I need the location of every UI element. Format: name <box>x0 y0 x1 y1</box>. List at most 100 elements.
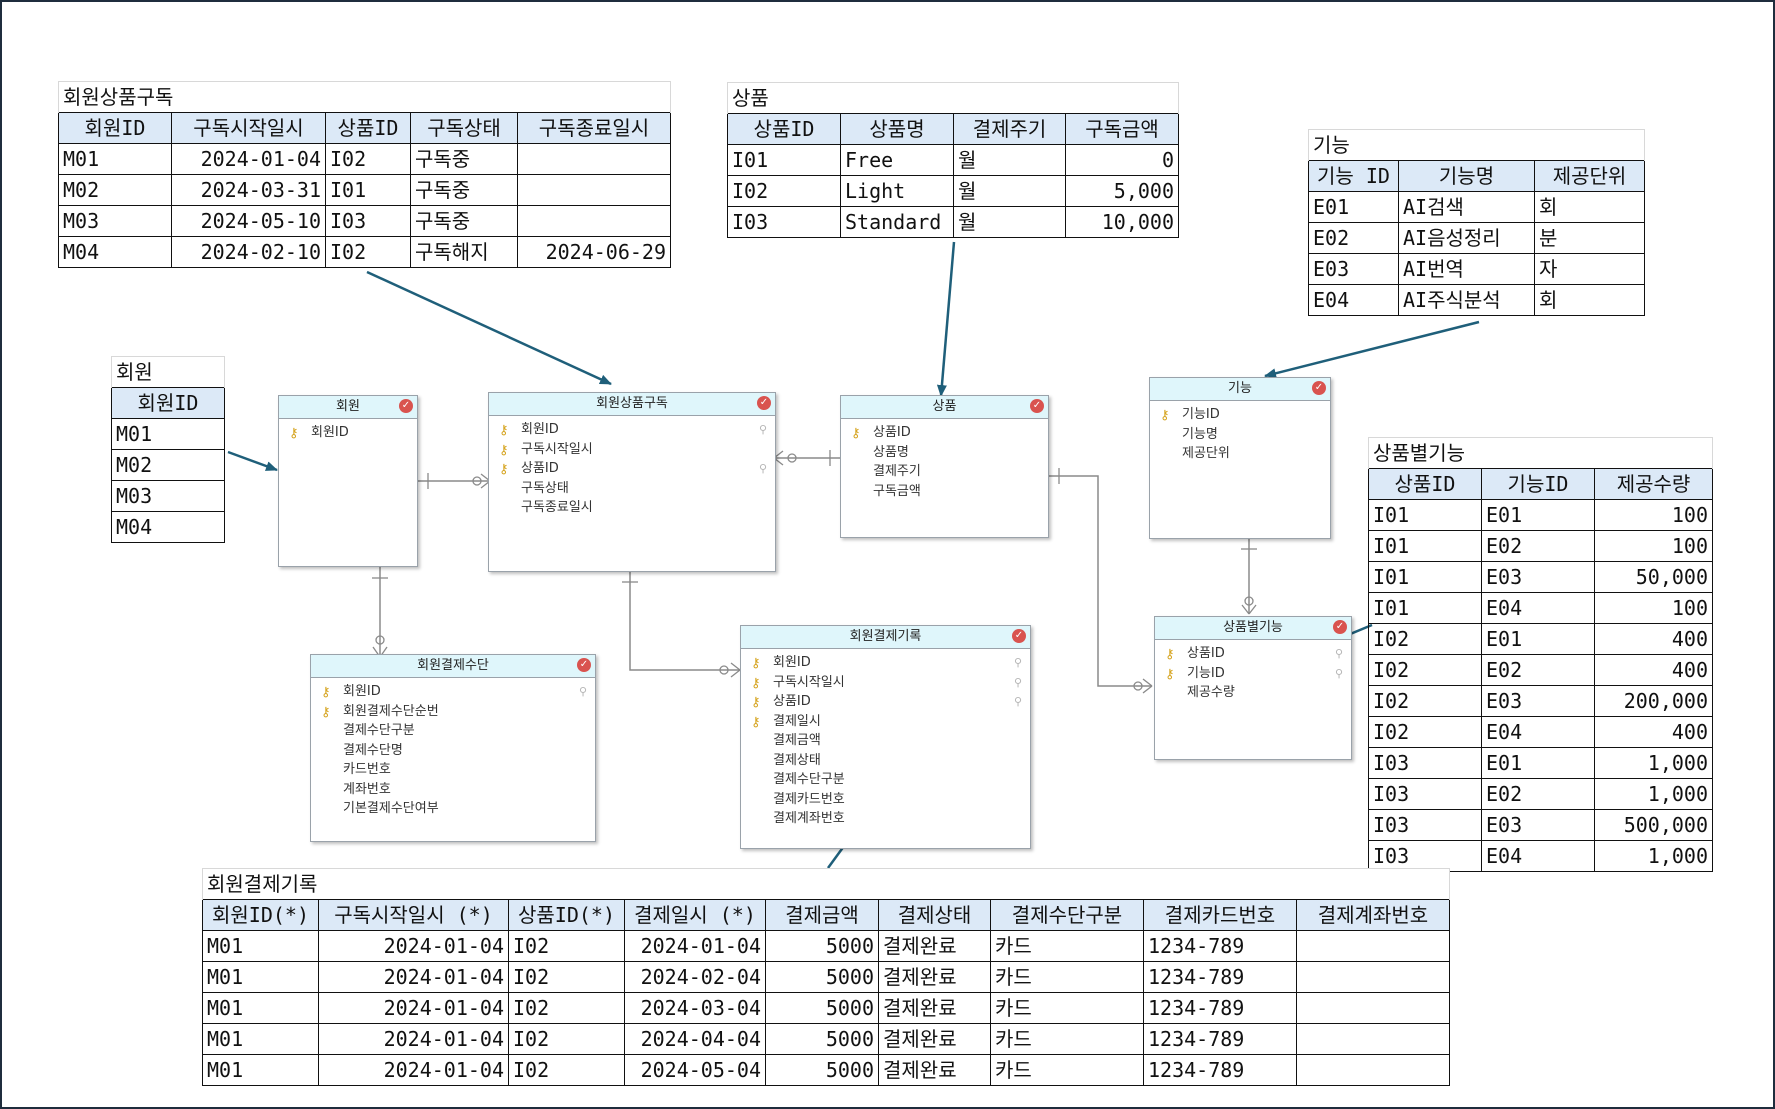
table-cell: E02 <box>1481 654 1595 686</box>
link-icon: ⚲ <box>578 685 587 698</box>
attribute-list: ⚷ 기능ID 기능명 제공단위 <box>1150 401 1330 464</box>
table-row: I01 Free 월 0 <box>727 144 1179 176</box>
entity-attribute[interactable]: 결제수단구분 <box>311 721 595 741</box>
attribute-name: 구독종료일시 <box>521 500 593 515</box>
entity-attribute[interactable]: 제공수량 <box>1155 683 1351 703</box>
entity-attribute[interactable]: ⚷ 기능ID <box>1150 405 1330 425</box>
table-cell: AI번역 <box>1398 253 1535 285</box>
table-cell: 회 <box>1534 191 1645 223</box>
column-header: 상품ID <box>325 112 411 144</box>
entity-attribute[interactable]: 기본결제수단여부 <box>311 799 595 819</box>
table-cell: M02 <box>111 449 225 481</box>
attribute-list: ⚷ 회원ID ⚲ ⚷ 구독시작일시 ⚲ ⚷ 상품ID ⚲ ⚷ 결제일시 결제금액 결제상태 결제수단구분 결… <box>741 649 1030 829</box>
entity-attribute[interactable]: 제공단위 <box>1150 444 1330 464</box>
column-header: 결제상태 <box>878 899 991 931</box>
entity-attribute[interactable]: 구독종료일시 <box>489 498 775 518</box>
table-cell: M03 <box>111 480 225 512</box>
entity-attribute[interactable]: ⚷ 구독시작일시 ⚲ <box>741 673 1030 693</box>
entity-attribute[interactable]: ⚷ 회원ID <box>279 423 417 443</box>
entity-attribute[interactable]: 결제계좌번호 <box>741 809 1030 829</box>
entity-product-feature[interactable]: 상품별기능 ✓ ⚷ 상품ID ⚲ ⚷ 기능ID ⚲ 제공수량 <box>1154 616 1352 760</box>
entity-attribute[interactable]: ⚷ 상품ID <box>841 423 1048 443</box>
entity-attribute[interactable]: 구독상태 <box>489 479 775 499</box>
table-row: I03 E03 500,000 <box>1368 809 1713 841</box>
table-cell: E02 <box>1481 530 1595 562</box>
attribute-name: 회원결제수단순번 <box>343 703 439 719</box>
entity-attribute[interactable]: 계좌번호 <box>311 780 595 800</box>
entity-attribute[interactable]: ⚷ 회원ID ⚲ <box>741 653 1030 673</box>
table-cell <box>1296 930 1450 962</box>
entity-attribute[interactable]: ⚷ 상품ID ⚲ <box>489 459 775 479</box>
entity-attribute[interactable]: 결제주기 <box>841 462 1048 482</box>
column-header: 상품명 <box>840 113 954 145</box>
check-icon: ✓ <box>1012 629 1026 643</box>
column-header: 결제카드번호 <box>1143 899 1297 931</box>
attribute-name: 결제주기 <box>873 464 921 479</box>
entity-attribute[interactable]: 결제수단구분 <box>741 770 1030 790</box>
table-cell: M03 <box>58 205 172 237</box>
entity-payment-method[interactable]: 회원결제수단 ✓ ⚷ 회원ID ⚲ ⚷ 회원결제수단순번 결제수단구분 결제수단명 카드번호 계… <box>310 654 596 842</box>
entity-feature[interactable]: 기능 ✓ ⚷ 기능ID 기능명 제공단위 <box>1149 377 1331 539</box>
check-icon: ✓ <box>757 396 771 410</box>
entity-attribute[interactable]: 기능명 <box>1150 425 1330 445</box>
link-icon: ⚲ <box>1334 666 1343 680</box>
entity-header: 상품 ✓ <box>841 396 1048 419</box>
entity-attribute[interactable]: ⚷ 기능ID ⚲ <box>1155 664 1351 684</box>
entity-title: 상품별기능 <box>1223 620 1283 635</box>
table-row: I02 E04 400 <box>1368 716 1713 748</box>
entity-attribute[interactable]: ⚷ 회원ID ⚲ <box>311 682 595 702</box>
table-caption: 기능 <box>1308 129 1645 161</box>
table-cell: I02 <box>508 1054 625 1086</box>
link-icon: ⚲ <box>1334 647 1343 660</box>
entity-attribute[interactable]: ⚷ 결제일시 <box>741 712 1030 732</box>
entity-attribute[interactable]: ⚷ 상품ID ⚲ <box>1155 644 1351 664</box>
table-cell: M01 <box>202 930 319 962</box>
entity-attribute[interactable]: 결제상태 <box>741 751 1030 771</box>
attribute-name: 결제금액 <box>773 733 821 748</box>
table-row: M04 <box>111 511 225 543</box>
table-cell: 2024-03-04 <box>624 992 766 1024</box>
table-cell: 1234-789 <box>1143 1023 1297 1055</box>
entity-attribute[interactable]: 결제수단명 <box>311 741 595 761</box>
table-row: M01 2024-01-04 I02 2024-03-04 5000 결제완료 카드 1234… <box>202 992 1450 1024</box>
entity-attribute[interactable]: 결제금액 <box>741 731 1030 751</box>
table-cell: 구독중 <box>410 143 518 175</box>
attribute-name: 회원ID <box>521 422 559 437</box>
entity-payment-record[interactable]: 회원결제기록 ✓ ⚷ 회원ID ⚲ ⚷ 구독시작일시 ⚲ ⚷ 상품ID ⚲ ⚷ 결제일시 결제금액 결제… <box>740 625 1031 849</box>
entity-member[interactable]: 회원 ✓ ⚷ 회원ID <box>278 395 418 567</box>
entity-attribute[interactable]: 결제카드번호 <box>741 790 1030 810</box>
table-cell: I03 <box>325 205 411 237</box>
table-cell: I02 <box>508 992 625 1024</box>
table-cell: I02 <box>1368 623 1482 655</box>
entity-attribute[interactable]: 카드번호 <box>311 760 595 780</box>
sample-table-feature: 기능 기능 ID 기능명 제공단위 E01 AI검색 회 E02 AI음성정리 … <box>1308 129 1645 316</box>
entity-attribute[interactable]: 구독금액 <box>841 482 1048 502</box>
table-cell: 1234-789 <box>1143 930 1297 962</box>
column-header: 결제계좌번호 <box>1296 899 1450 931</box>
attribute-name: 구독시작일시 <box>521 441 593 457</box>
entity-attribute[interactable]: ⚷ 상품ID ⚲ <box>741 692 1030 712</box>
table-cell: E01 <box>1308 191 1399 223</box>
table-cell: 2024-01-04 <box>624 930 766 962</box>
entity-attribute[interactable]: ⚷ 구독시작일시 <box>489 440 775 460</box>
check-icon: ✓ <box>577 658 591 672</box>
column-header: 기능명 <box>1398 160 1535 192</box>
table-cell: 2024-02-04 <box>624 961 766 993</box>
table-row: I03 Standard 월 10,000 <box>727 206 1179 238</box>
entity-attribute[interactable]: ⚷ 회원결제수단순번 <box>311 702 595 722</box>
attribute-name: 상품명 <box>873 444 909 460</box>
arrow-feature-sample <box>1264 320 1480 379</box>
table-cell: E04 <box>1481 592 1595 624</box>
table-cell: E01 <box>1481 747 1595 779</box>
arrow-member-sample <box>227 450 278 472</box>
table-cell: 0 <box>1065 144 1179 176</box>
column-header: 상품ID(*) <box>508 899 625 931</box>
key-icon: ⚷ <box>751 695 761 710</box>
entity-attribute[interactable]: 상품명 <box>841 443 1048 463</box>
table-cell <box>517 205 671 237</box>
entity-attribute[interactable]: ⚷ 회원ID ⚲ <box>489 420 775 440</box>
table-cell: 2024-01-04 <box>318 992 509 1024</box>
entity-subscription[interactable]: 회원상품구독 ✓ ⚷ 회원ID ⚲ ⚷ 구독시작일시 ⚷ 상품ID ⚲ 구독상태 구독종료일시 <box>488 392 776 572</box>
entity-product[interactable]: 상품 ✓ ⚷ 상품ID 상품명결제주기구독금액 <box>840 395 1049 538</box>
table-cell: E03 <box>1481 809 1595 841</box>
